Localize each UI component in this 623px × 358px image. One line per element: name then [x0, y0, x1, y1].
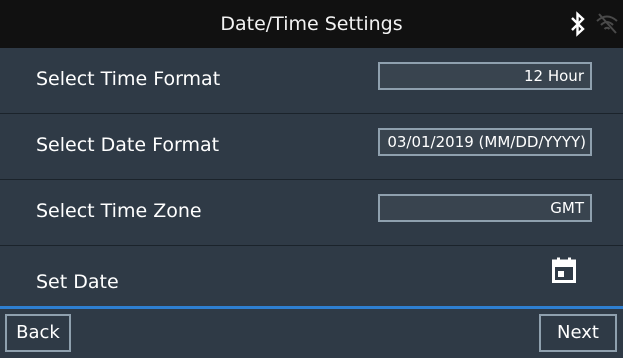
time-zone-select[interactable]: GMT	[378, 194, 592, 222]
time-format-select[interactable]: 12 Hour	[378, 62, 592, 90]
date-format-row[interactable]: Select Date Format 03/01/2019 (MM/DD/YYY…	[0, 114, 623, 180]
date-format-select[interactable]: 03/01/2019 (MM/DD/YYYY)	[378, 128, 592, 156]
next-button[interactable]: Next	[539, 314, 617, 352]
date-time-settings-screen: Date/Time Settings Select Time Format 12…	[0, 0, 623, 358]
page-title: Date/Time Settings	[220, 13, 403, 35]
bluetooth-icon	[571, 11, 585, 37]
time-zone-label: Select Time Zone	[36, 200, 202, 222]
set-date-row[interactable]: Set Date	[0, 246, 623, 306]
calendar-icon[interactable]	[552, 257, 576, 283]
title-bar: Date/Time Settings	[0, 0, 623, 48]
bottom-nav-bar: Back Next	[0, 309, 623, 358]
time-zone-row[interactable]: Select Time Zone GMT	[0, 180, 623, 246]
time-format-row[interactable]: Select Time Format 12 Hour	[0, 48, 623, 114]
time-format-label: Select Time Format	[36, 68, 221, 90]
date-format-label: Select Date Format	[36, 134, 220, 156]
wifi-disabled-icon	[596, 13, 618, 34]
back-button[interactable]: Back	[5, 314, 71, 352]
